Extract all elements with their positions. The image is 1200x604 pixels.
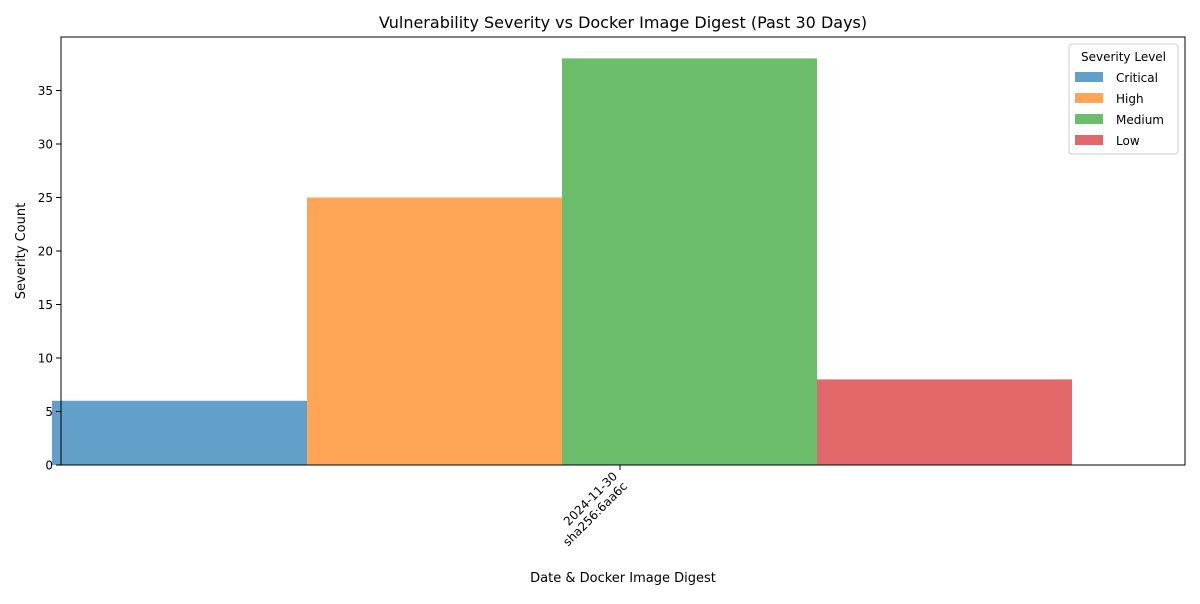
x-axis: 2024-11-30sha256:6aa6c [560,465,630,549]
legend-label-high: High [1116,92,1144,106]
legend: Severity Level Critical High Medium Low [1068,43,1179,155]
y-tick-label: 35 [38,84,53,98]
legend-swatch-low [1075,135,1103,145]
legend-label-low: Low [1116,134,1140,148]
bar-medium [562,58,817,466]
legend-label-medium: Medium [1116,113,1164,127]
bar-chart: Vulnerability Severity vs Docker Image D… [14,13,1186,586]
legend-swatch-high [1075,93,1103,103]
legend-swatch-medium [1075,114,1103,124]
y-tick-label: 30 [38,138,53,152]
chart-figure: Vulnerability Severity vs Docker Image D… [0,0,1200,600]
y-tick-label: 10 [38,352,53,366]
x-tick-label: 2024-11-30sha256:6aa6c [560,469,630,549]
chart-title: Vulnerability Severity vs Docker Image D… [379,13,867,32]
bar-critical [52,400,307,465]
legend-title: Severity Level [1081,50,1166,64]
y-tick-label: 0 [45,459,53,473]
bar-low [817,379,1072,465]
y-tick-label: 25 [38,191,53,205]
bars-layer [52,58,1072,466]
legend-swatch-critical [1075,72,1103,82]
y-tick-label: 5 [45,405,53,419]
y-tick-label: 20 [38,245,53,259]
legend-label-critical: Critical [1116,71,1158,85]
y-axis-label: Severity Count [14,203,29,299]
y-tick-label: 15 [38,298,53,312]
x-axis-label: Date & Docker Image Digest [530,571,716,586]
bar-high [307,197,562,465]
